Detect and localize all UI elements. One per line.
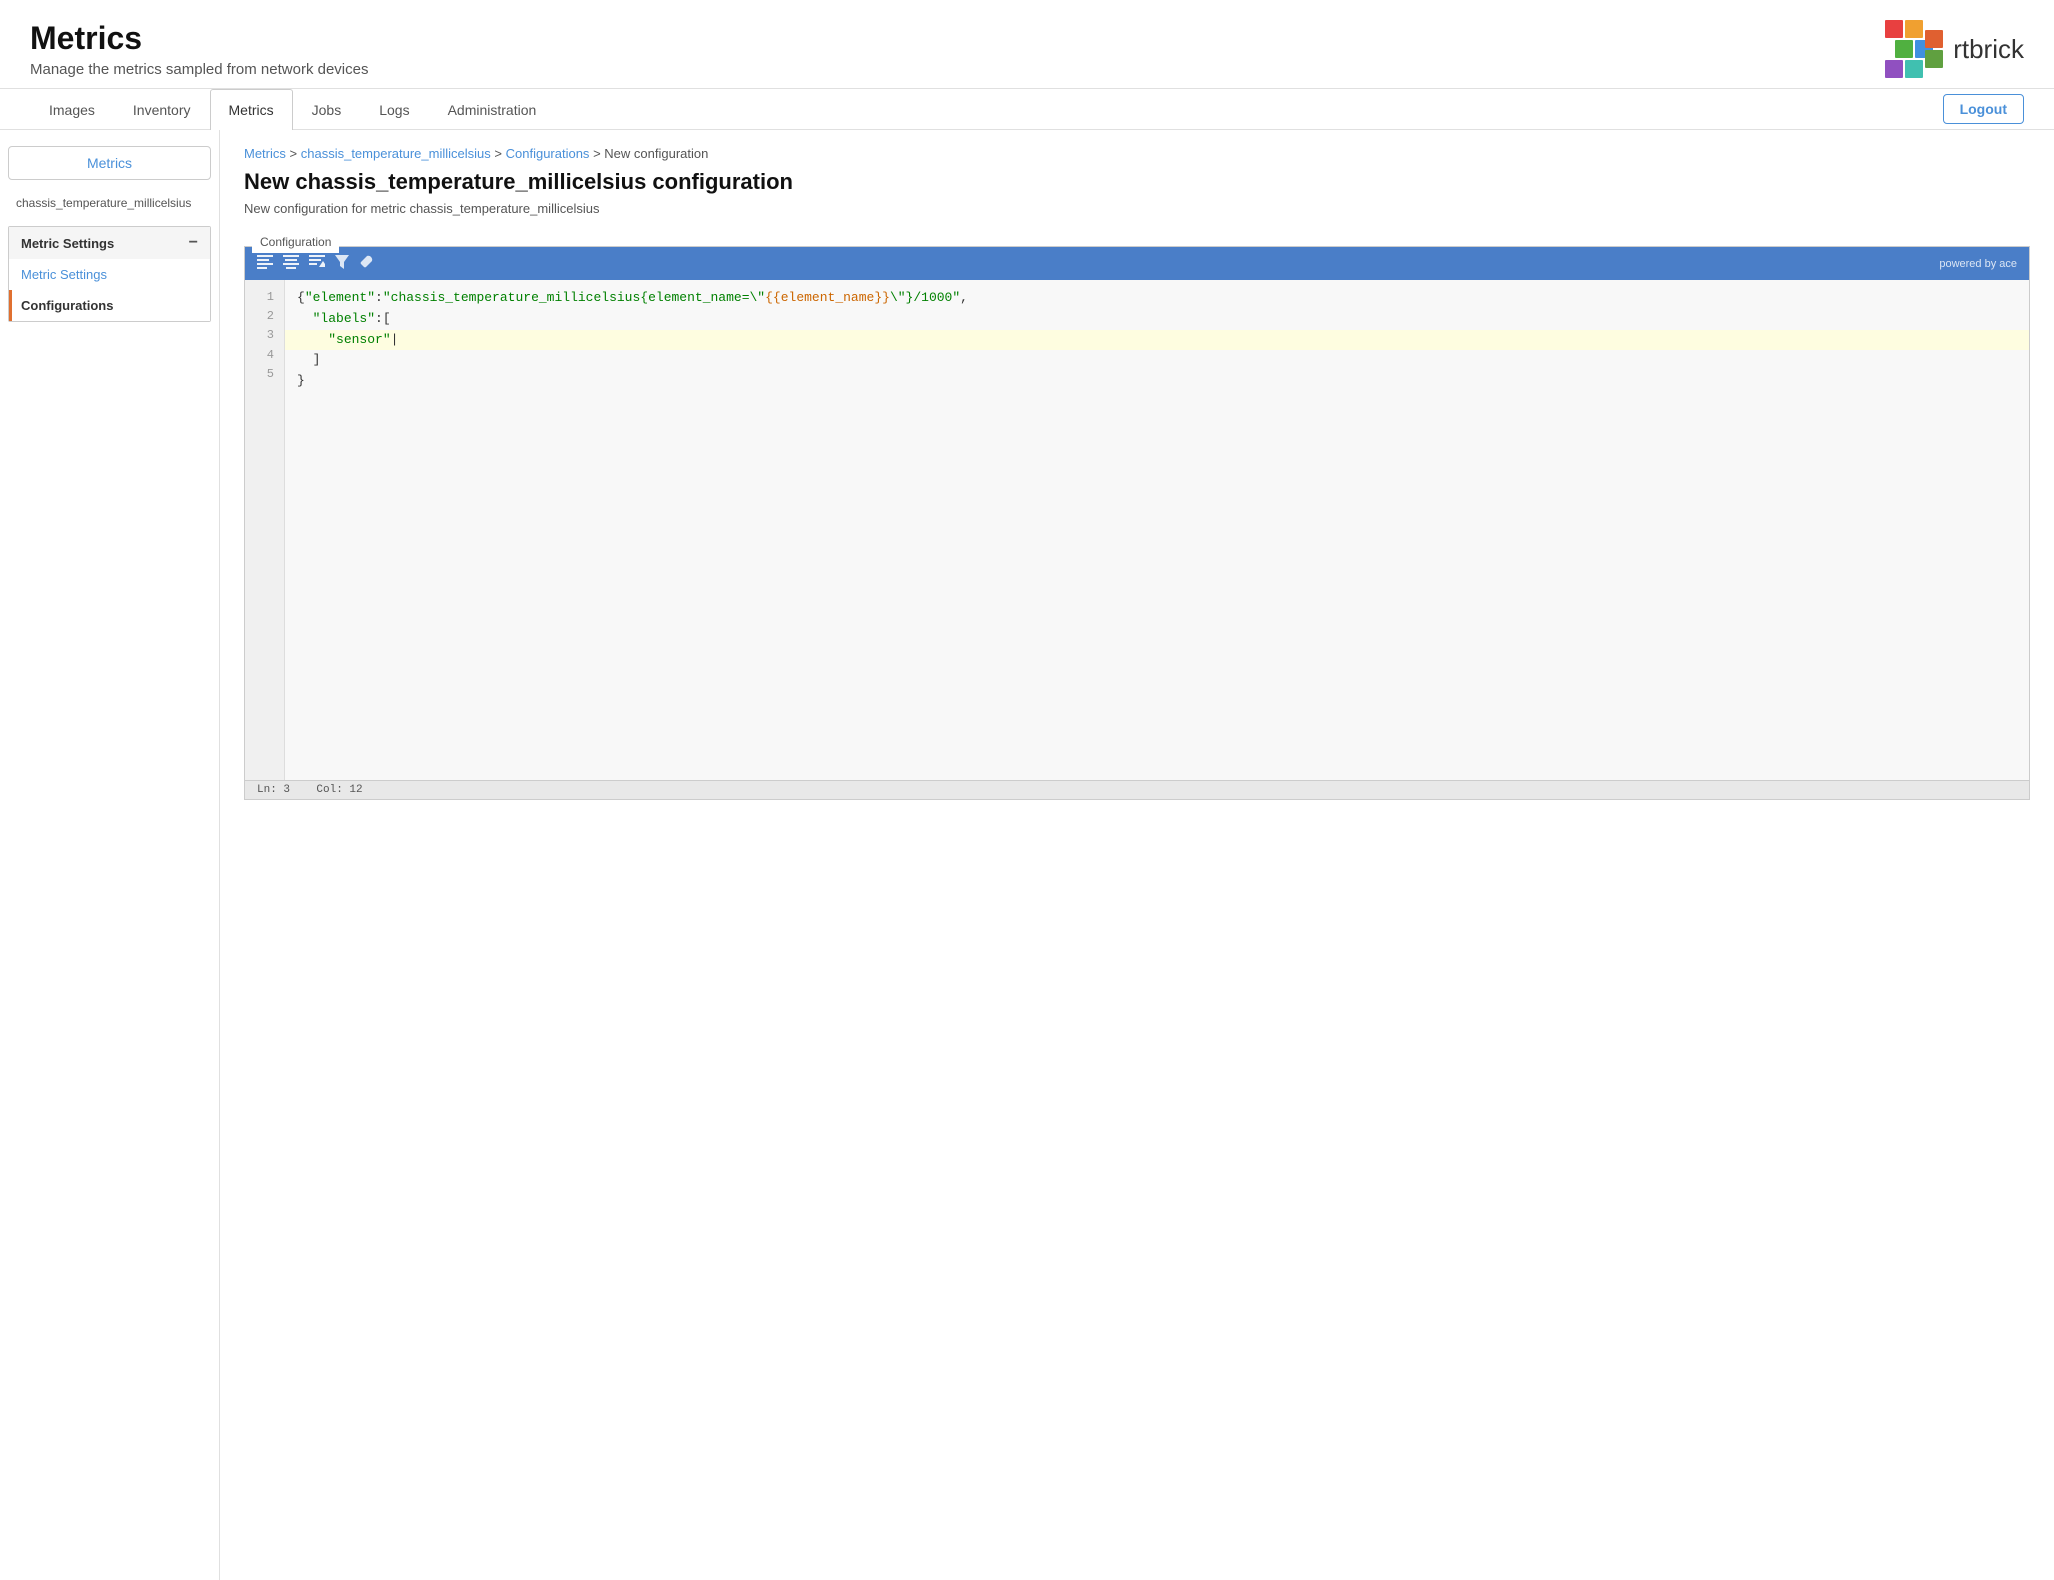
header-right: rtbrick [1885,20,2024,78]
main-content: Metrics > chassis_temperature_millicelsi… [220,130,2054,1580]
page-subtitle: New configuration for metric chassis_tem… [244,201,2030,216]
editor-body[interactable]: 1 2 3 4 5 {"element":"chassis_temperatur… [245,280,2029,780]
code-line-3: "sensor"| [285,330,2029,351]
logout-button[interactable]: Logout [1943,94,2024,124]
sidebar-item-metric-settings[interactable]: Metric Settings [9,259,210,290]
sidebar-breadcrumb: chassis_temperature_millicelsius [0,192,219,218]
filter-icon[interactable] [335,255,349,272]
main-layout: Metrics chassis_temperature_millicelsius… [0,130,2054,1580]
breadcrumb-sep-1: > [290,146,301,161]
breadcrumb-sep-3: > [593,146,604,161]
powered-by-label: powered by ace [1939,258,2017,270]
editor-container[interactable]: powered by ace 1 2 3 4 5 {"element":"cha… [244,246,2030,800]
main-nav: Images Inventory Metrics Jobs Logs Admin… [0,89,2054,130]
editor-col-indicator: Col: 12 [316,784,362,796]
sidebar-section-toggle-icon: − [189,235,198,251]
sidebar-metrics-link[interactable]: Metrics [8,146,211,180]
code-line-4: ] [297,350,2017,371]
line-num-5: 5 [255,365,274,384]
breadcrumb-configurations[interactable]: Configurations [506,146,590,161]
code-line-5: } [297,371,2017,392]
code-line-2: "labels":[ [297,309,2017,330]
configuration-section: Configuration [244,232,2030,800]
sort-icon[interactable] [309,255,325,272]
nav-item-metrics[interactable]: Metrics [210,89,293,130]
nav-item-inventory[interactable]: Inventory [114,89,210,130]
nav-item-administration[interactable]: Administration [429,89,556,130]
page-main-title: Metrics [30,20,368,57]
wrench-icon[interactable] [359,255,373,272]
sidebar-item-configurations[interactable]: Configurations [9,290,210,321]
sidebar-section-title: Metric Settings [21,236,114,251]
breadcrumb-sep-2: > [494,146,505,161]
line-numbers: 1 2 3 4 5 [245,280,285,780]
rtbrick-logo-text: rtbrick [1953,34,2024,65]
code-line-1: {"element":"chassis_temperature_millicel… [297,288,2017,309]
sidebar-section-metric-settings: Metric Settings − Metric Settings Config… [8,226,211,322]
nav-item-jobs[interactable]: Jobs [293,89,361,130]
breadcrumb-metric-name[interactable]: chassis_temperature_millicelsius [301,146,491,161]
editor-toolbar: powered by ace [245,247,2029,280]
nav-item-logs[interactable]: Logs [360,89,428,130]
rtbrick-logo-icon [1885,20,1943,78]
line-num-3: 3 [255,326,274,345]
align-left-icon[interactable] [257,255,273,272]
editor-line-indicator: Ln: 3 [257,784,290,796]
sidebar: Metrics chassis_temperature_millicelsius… [0,130,220,1580]
breadcrumb-metrics[interactable]: Metrics [244,146,286,161]
nav-logout-area: Logout [1943,94,2024,124]
align-center-icon[interactable] [283,255,299,272]
editor-toolbar-icons [257,255,373,272]
config-label: Configuration [252,231,339,253]
breadcrumb: Metrics > chassis_temperature_millicelsi… [244,146,2030,161]
header-left: Metrics Manage the metrics sampled from … [30,20,368,78]
nav-item-images[interactable]: Images [30,89,114,130]
line-num-1: 1 [255,288,274,307]
editor-statusbar: Ln: 3 Col: 12 [245,780,2029,799]
sidebar-section-header[interactable]: Metric Settings − [9,227,210,259]
header: Metrics Manage the metrics sampled from … [0,0,2054,89]
breadcrumb-current: New configuration [604,146,708,161]
line-num-4: 4 [255,346,274,365]
line-num-2: 2 [255,307,274,326]
page-main-subtitle: Manage the metrics sampled from network … [30,61,368,78]
code-editor-content[interactable]: {"element":"chassis_temperature_millicel… [285,280,2029,780]
page-title: New chassis_temperature_millicelsius con… [244,169,2030,195]
